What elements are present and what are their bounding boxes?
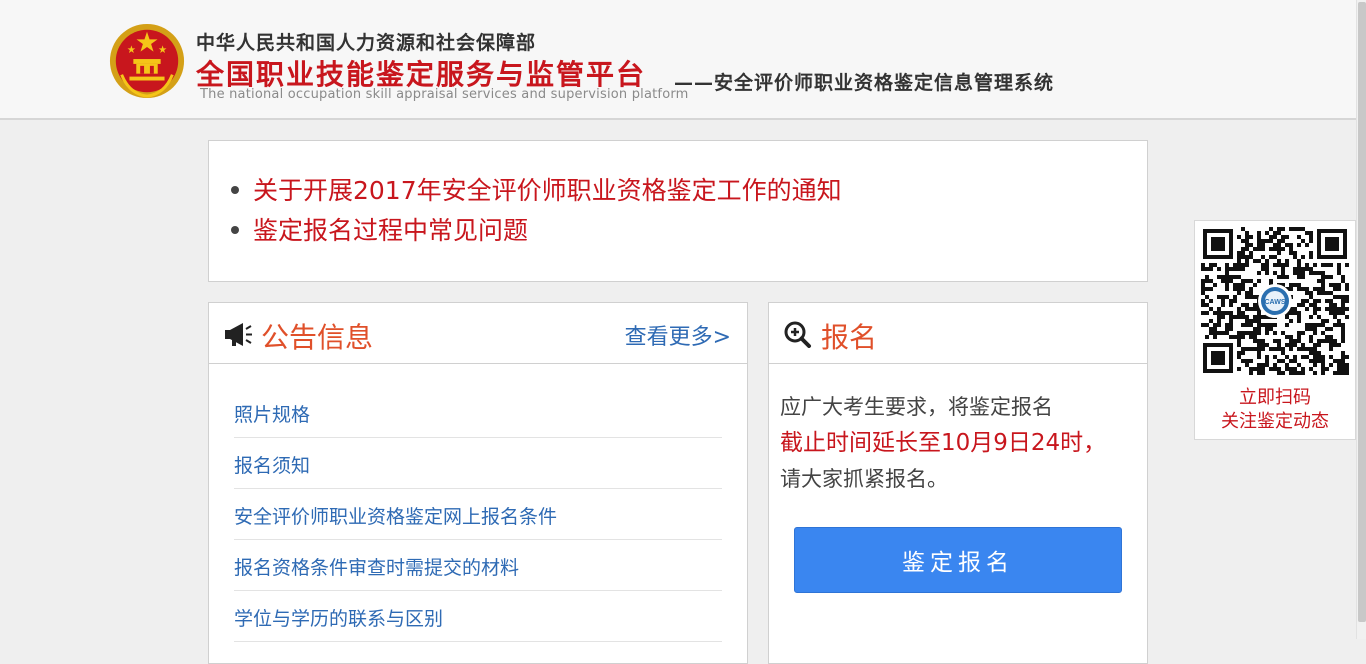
appraisal-signup-button[interactable]: 鉴定报名 (794, 527, 1122, 593)
magnifier-plus-icon (784, 321, 811, 348)
announcement-panel: 公告信息 查看更多> 照片规格 报名须知 安全评价师职业资格鉴定网上报名条件 报… (208, 302, 748, 664)
announcement-item-photo-spec[interactable]: 照片规格 (234, 387, 722, 438)
megaphone-icon (225, 323, 252, 346)
qr-code-box: CAWS 立即扫码 关注鉴定动态 (1194, 220, 1356, 440)
signup-message-line1: 应广大考生要求，将鉴定报名 (780, 395, 1053, 419)
announcement-item-required-materials[interactable]: 报名资格条件审查时需提交的材料 (234, 540, 722, 591)
ministry-name: 中华人民共和国人力资源和社会保障部 (196, 32, 537, 54)
signup-deadline-extension: 截止时间延长至10月9日24时， (780, 430, 1107, 456)
signup-message: 应广大考生要求，将鉴定报名 截止时间延长至10月9日24时， 请大家抓紧报名。 (780, 389, 1140, 497)
notice-item-label: 鉴定报名过程中常见问题 (253, 216, 529, 245)
signup-panel-header: 报名 (769, 303, 1147, 364)
signup-panel: 报名 应广大考生要求，将鉴定报名 截止时间延长至10月9日24时， 请大家抓紧报… (768, 302, 1148, 664)
platform-english-name: The national occupation skill appraisal … (200, 87, 689, 102)
announcement-panel-title: 公告信息 (261, 321, 374, 354)
announcement-item-signup-notice[interactable]: 报名须知 (234, 438, 722, 489)
announcement-item-online-conditions[interactable]: 安全评价师职业资格鉴定网上报名条件 (234, 489, 722, 540)
notice-item-label: 关于开展2017年安全评价师职业资格鉴定工作的通知 (253, 176, 842, 205)
qr-code-image: CAWS (1201, 227, 1349, 375)
qr-logo-text: CAWS (1265, 299, 1286, 306)
announcement-panel-header: 公告信息 查看更多> (209, 303, 747, 364)
announcement-list: 照片规格 报名须知 安全评价师职业资格鉴定网上报名条件 报名资格条件审查时需提交… (234, 387, 722, 642)
bullet-icon (231, 226, 239, 234)
notice-box: 关于开展2017年安全评价师职业资格鉴定工作的通知 鉴定报名过程中常见问题 (208, 140, 1148, 282)
signup-message-line3: 请大家抓紧报名。 (780, 467, 948, 491)
system-name: ——安全评价师职业资格鉴定信息管理系统 (674, 72, 1055, 94)
notice-list: 关于开展2017年安全评价师职业资格鉴定工作的通知 鉴定报名过程中常见问题 (231, 171, 842, 251)
site-header: 中华人民共和国人力资源和社会保障部 全国职业技能鉴定服务与监管平台 The na… (0, 0, 1356, 120)
bullet-icon (231, 186, 239, 194)
scrollbar-thumb[interactable] (1358, 2, 1366, 622)
announcement-item-degree-vs-education[interactable]: 学位与学历的联系与区别 (234, 591, 722, 642)
national-emblem-icon (109, 23, 185, 99)
page-scrollbar[interactable] (1356, 0, 1366, 639)
qr-caption-follow: 关注鉴定动态 (1221, 411, 1329, 432)
notice-item-2017-appraisal[interactable]: 关于开展2017年安全评价师职业资格鉴定工作的通知 (231, 171, 842, 211)
qr-caption-scan: 立即扫码 (1239, 387, 1311, 408)
signup-panel-title: 报名 (821, 321, 878, 354)
notice-item-faq[interactable]: 鉴定报名过程中常见问题 (231, 211, 842, 251)
view-more-link[interactable]: 查看更多> (625, 319, 731, 351)
